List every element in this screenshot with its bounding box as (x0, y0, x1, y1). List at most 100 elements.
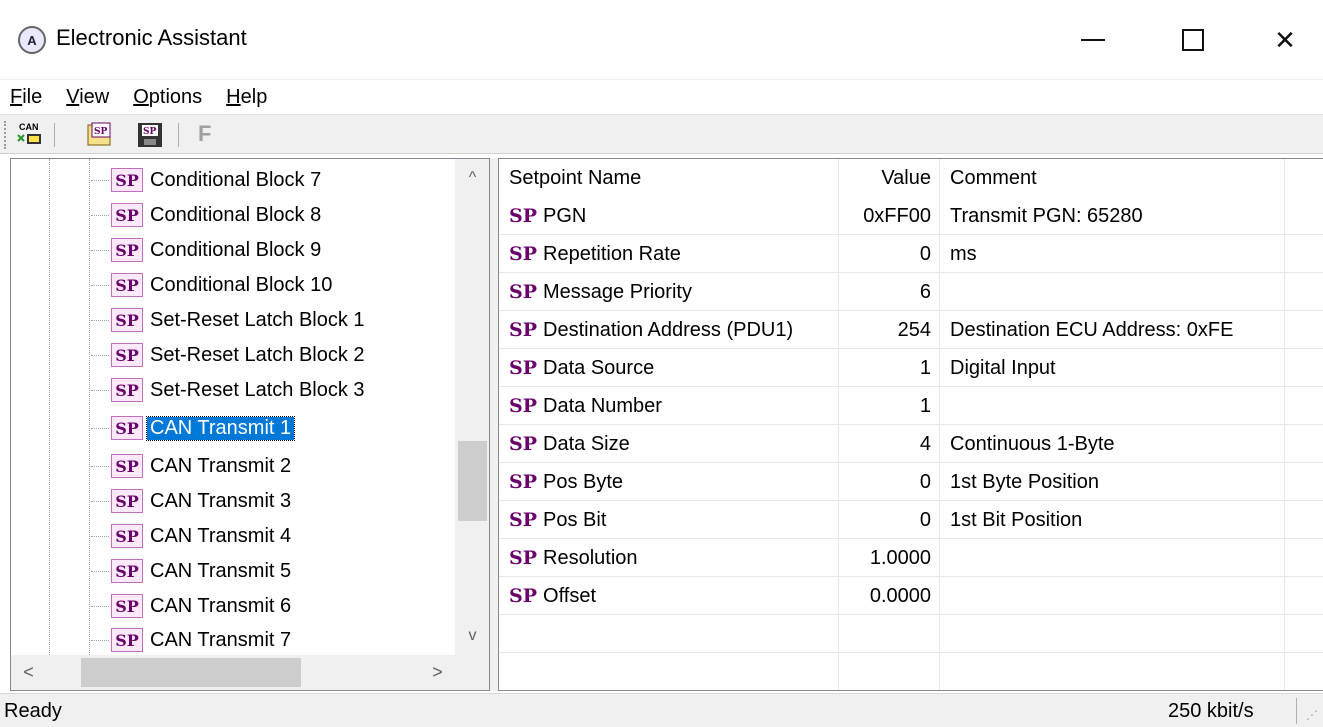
table-row[interactable]: SP Data Source 1 Digital Input (499, 349, 1323, 387)
menu-options-label: ptions (148, 85, 203, 108)
save-setpoint-icon-label: SP (143, 127, 156, 137)
setpoint-value[interactable]: 1.0000 (839, 539, 940, 577)
scroll-thumb[interactable] (81, 658, 301, 687)
status-text: Ready (4, 700, 62, 722)
setpoint-name: Repetition Rate (543, 242, 681, 265)
setpoint-value[interactable]: 0 (839, 235, 940, 273)
column-header-name[interactable]: Setpoint Name (499, 159, 839, 197)
column-header-value[interactable]: Value (839, 159, 940, 197)
setpoint-value[interactable]: 254 (839, 311, 940, 349)
save-setpoint-button[interactable]: SP (134, 119, 166, 151)
panel-splitter[interactable] (490, 158, 498, 691)
tree-item-label: CAN Transmit 1 (145, 415, 296, 441)
setpoint-value[interactable]: 1 (839, 349, 940, 387)
setpoint-name-cell: SP PGN (499, 197, 839, 235)
tree-horizontal-scrollbar[interactable]: < > (11, 655, 455, 690)
table-row[interactable]: SP Offset 0.0000 (499, 577, 1323, 615)
table-row[interactable]: SP Destination Address (PDU1) 254 Destina… (499, 311, 1323, 349)
tree-item[interactable]: SP Conditional Block 9 (91, 235, 324, 265)
tree-branch-line (91, 354, 109, 356)
toolbar-grip[interactable] (4, 121, 8, 149)
tree-branch-line (91, 535, 109, 537)
tree-item[interactable]: SP Set-Reset Latch Block 2 (91, 340, 368, 370)
setpoint-icon: SP (111, 168, 143, 192)
scroll-right-icon[interactable]: > (420, 655, 455, 690)
setpoint-name-cell: SP Pos Bit (499, 501, 839, 539)
tree-vertical-scrollbar[interactable]: ^ v (455, 159, 489, 655)
flash-button[interactable]: F (198, 121, 211, 147)
scroll-thumb[interactable] (458, 441, 487, 521)
scroll-left-icon[interactable]: < (11, 655, 46, 690)
setpoint-name-cell: SP Data Number (499, 387, 839, 425)
column-header-comment[interactable]: Comment (940, 159, 1285, 197)
close-button[interactable]: ✕ (1240, 0, 1323, 80)
title-bar[interactable]: A Electronic Assistant ✕ (0, 0, 1323, 80)
maximize-button[interactable] (1148, 0, 1238, 80)
tree-item[interactable]: SP Conditional Block 8 (91, 200, 324, 230)
menu-help-accelerator: H (226, 85, 241, 108)
tree-branch-line (91, 214, 109, 216)
setpoint-comment: 1st Bit Position (940, 501, 1285, 539)
setpoint-value[interactable]: 0xFF00 (839, 197, 940, 235)
menu-help[interactable]: Help (226, 86, 277, 109)
table-row[interactable]: SP Repetition Rate 0 ms (499, 235, 1323, 273)
row-filler (1285, 387, 1323, 425)
table-row[interactable]: SP Pos Byte 0 1st Byte Position (499, 463, 1323, 501)
setpoint-comment: Digital Input (940, 349, 1285, 387)
tree-item[interactable]: SP CAN Transmit 6 (91, 591, 294, 621)
table-row[interactable]: SP Message Priority 6 (499, 273, 1323, 311)
tree-item[interactable]: SP Set-Reset Latch Block 3 (91, 375, 368, 405)
setpoint-icon: SP (111, 416, 143, 440)
setpoint-value[interactable]: 1 (839, 387, 940, 425)
toolbar: CAN SP SP F (0, 114, 1323, 154)
minimize-button[interactable] (1048, 0, 1138, 80)
resize-grip-icon[interactable]: ⋰ (1306, 708, 1318, 722)
setpoint-comment: ms (940, 235, 1285, 273)
row-filler (1285, 197, 1323, 235)
scroll-down-icon[interactable]: v (455, 621, 489, 651)
tree-item-label: CAN Transmit 7 (150, 628, 292, 651)
tree-item-label: CAN Transmit 5 (150, 559, 292, 582)
menu-file[interactable]: File (10, 86, 52, 109)
table-row[interactable]: SP Resolution 1.0000 (499, 539, 1323, 577)
row-filler (1285, 349, 1323, 387)
tree-item[interactable]: SP CAN Transmit 3 (91, 486, 294, 516)
tree-item-label: CAN Transmit 3 (150, 489, 292, 512)
menu-view[interactable]: View (66, 86, 119, 109)
tree-item-selected[interactable]: SP CAN Transmit 1 (91, 413, 296, 443)
table-row[interactable]: SP Data Number 1 (499, 387, 1323, 425)
status-bar: Ready 250 kbit/s ⋰ (0, 693, 1323, 727)
tree-item-label: Set-Reset Latch Block 2 (150, 343, 365, 366)
setpoint-value[interactable]: 0 (839, 501, 940, 539)
row-filler (1285, 501, 1323, 539)
tree-item[interactable]: SP CAN Transmit 4 (91, 521, 294, 551)
tree-item[interactable]: SP Conditional Block 7 (91, 165, 324, 195)
tree-item[interactable]: SP CAN Transmit 5 (91, 556, 294, 586)
tree-item-label: Conditional Block 7 (150, 168, 322, 191)
table-row[interactable]: SP Pos Bit 0 1st Bit Position (499, 501, 1323, 539)
menu-options[interactable]: Options (133, 86, 212, 109)
tree-item[interactable]: SP Set-Reset Latch Block 1 (91, 305, 368, 335)
menu-help-label: elp (240, 85, 268, 108)
tree-branch-line (91, 465, 109, 467)
open-setpoint-button[interactable]: SP (84, 119, 116, 151)
setpoint-name: Destination Address (PDU1) (543, 318, 794, 341)
scrollbar-corner (455, 655, 489, 690)
setpoint-value[interactable]: 4 (839, 425, 940, 463)
row-filler (1285, 273, 1323, 311)
setpoint-value[interactable]: 6 (839, 273, 940, 311)
can-connect-button[interactable]: CAN (14, 119, 46, 151)
close-icon: ✕ (1274, 24, 1296, 55)
setpoint-value[interactable]: 0 (839, 463, 940, 501)
function-block-tree[interactable]: SP Conditional Block 7 SP Conditional Bloc… (10, 158, 490, 691)
setpoint-name: Message Priority (543, 280, 692, 303)
tree-item[interactable]: SP CAN Transmit 7 (91, 625, 294, 655)
table-row[interactable]: SP PGN 0xFF00 Transmit PGN: 65280 (499, 197, 1323, 235)
table-row-empty (499, 653, 1323, 690)
setpoint-icon: SP (111, 238, 143, 262)
tree-item[interactable]: SP Conditional Block 10 (91, 270, 335, 300)
setpoint-value[interactable]: 0.0000 (839, 577, 940, 615)
tree-item[interactable]: SP CAN Transmit 2 (91, 451, 294, 481)
scroll-up-icon[interactable]: ^ (455, 163, 489, 193)
table-row[interactable]: SP Data Size 4 Continuous 1-Byte (499, 425, 1323, 463)
